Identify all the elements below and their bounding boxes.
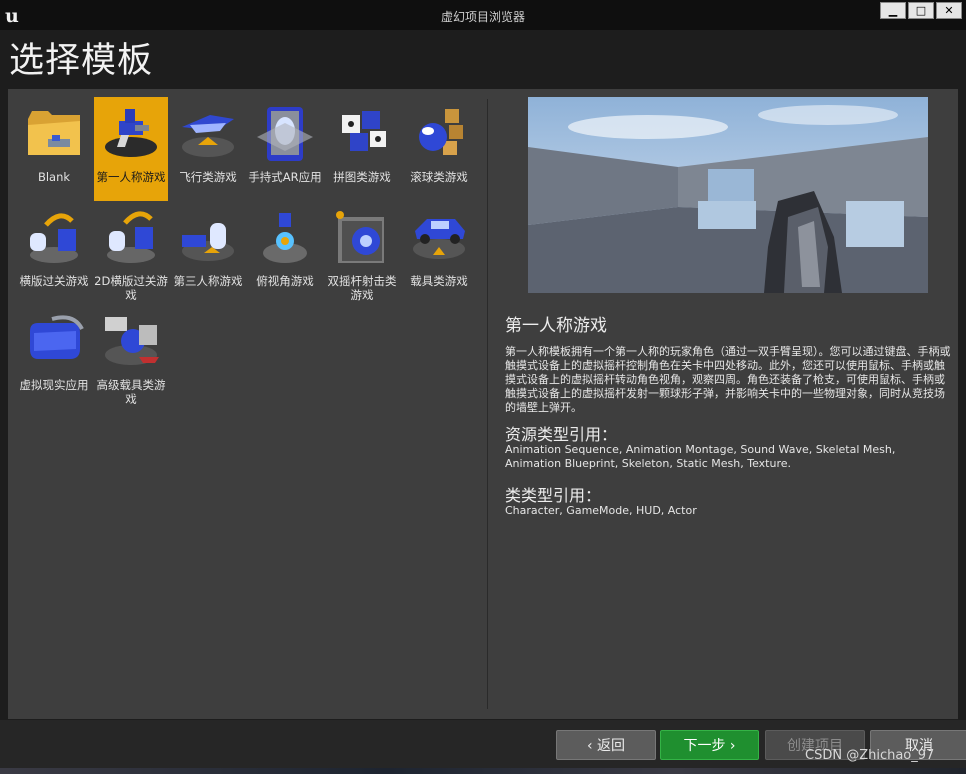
advanced-vehicle-icon <box>105 317 159 365</box>
blank-folder-icon <box>28 111 80 155</box>
top-down-icon <box>263 213 307 263</box>
template-label: 高级载具类游戏 <box>96 378 166 406</box>
window-title: 虚幻项目浏览器 <box>440 10 525 24</box>
template-tile-blank[interactable]: Blank <box>17 97 91 201</box>
third-person-icon <box>182 223 234 261</box>
vr-headset-icon <box>30 315 84 359</box>
taskbar-strip <box>0 768 966 774</box>
next-button[interactable]: 下一步 › <box>660 730 759 760</box>
template-tile-twin-stick[interactable]: 双摇杆射击类游戏 <box>325 201 399 305</box>
template-label: 横版过关游戏 <box>19 274 89 288</box>
panel-divider <box>487 99 488 709</box>
back-button[interactable]: ‹ 返回 <box>556 730 656 760</box>
template-detail-title: 第一人称游戏 <box>505 316 607 336</box>
template-panel: Blank 第一人称游戏 飞行类游戏 手持式AR应用 拼图类游戏 滚球类游戏 横… <box>8 89 958 719</box>
template-label: 虚拟现实应用 <box>19 378 89 392</box>
template-tile-third-person[interactable]: 第三人称游戏 <box>171 201 245 305</box>
template-label: Blank <box>37 170 71 184</box>
title-bar[interactable]: u 虚幻项目浏览器 ▁ □ ✕ <box>0 0 966 30</box>
template-tile-vehicle[interactable]: 载具类游戏 <box>402 201 476 305</box>
template-tile-advanced-vehicle[interactable]: 高级载具类游戏 <box>94 305 168 409</box>
handheld-ar-icon <box>257 107 313 161</box>
asset-types-title: 资源类型引用： <box>505 425 618 444</box>
template-label: 俯视角游戏 <box>256 274 314 288</box>
twin-stick-icon <box>336 211 384 263</box>
template-tile-rolling[interactable]: 滚球类游戏 <box>402 97 476 201</box>
vehicle-icon <box>413 219 465 259</box>
minimize-button[interactable]: ▁ <box>880 2 906 19</box>
template-tile-side-scroller[interactable]: 横版过关游戏 <box>17 201 91 305</box>
template-label: 手持式AR应用 <box>248 170 322 184</box>
asset-types-list: Animation Sequence, Animation Montage, S… <box>505 443 896 470</box>
close-button[interactable]: ✕ <box>936 2 962 19</box>
template-description: 第一人称模板拥有一个第一人称的玩家角色（通过一双手臂呈现）。您可以通过键盘、手柄… <box>505 345 951 414</box>
template-label: 拼图类游戏 <box>333 170 391 184</box>
side-scroller-2d-icon <box>107 211 155 263</box>
side-scroller-icon <box>30 213 78 263</box>
template-label: 2D横版过关游戏 <box>94 274 168 302</box>
template-label: 第三人称游戏 <box>173 274 243 288</box>
rolling-icon <box>419 109 463 155</box>
template-tile-flying[interactable]: 飞行类游戏 <box>171 97 245 201</box>
template-tile-puzzle[interactable]: 拼图类游戏 <box>325 97 399 201</box>
first-person-icon <box>105 109 157 157</box>
template-tile-side-scroller-2d[interactable]: 2D横版过关游戏 <box>94 201 168 305</box>
template-tile-top-down[interactable]: 俯视角游戏 <box>248 201 322 305</box>
template-label: 飞行类游戏 <box>179 170 237 184</box>
maximize-button[interactable]: □ <box>908 2 934 19</box>
flying-icon <box>182 115 234 157</box>
puzzle-icon <box>342 111 386 151</box>
class-types-list: Character, GameMode, HUD, Actor <box>505 504 697 517</box>
template-label: 载具类游戏 <box>410 274 468 288</box>
page-title: 选择模板 <box>9 41 154 81</box>
template-label: 第一人称游戏 <box>96 170 166 184</box>
template-label: 双摇杆射击类游戏 <box>327 274 397 302</box>
template-label: 滚球类游戏 <box>410 170 468 184</box>
class-types-title: 类类型引用： <box>505 486 602 505</box>
watermark: CSDN @Zhichao_97 <box>805 748 935 763</box>
template-tile-handheld-ar[interactable]: 手持式AR应用 <box>248 97 322 201</box>
template-preview-image <box>528 97 928 293</box>
template-tile-vr[interactable]: 虚拟现实应用 <box>17 305 91 409</box>
template-tile-first-person[interactable]: 第一人称游戏 <box>94 97 168 201</box>
